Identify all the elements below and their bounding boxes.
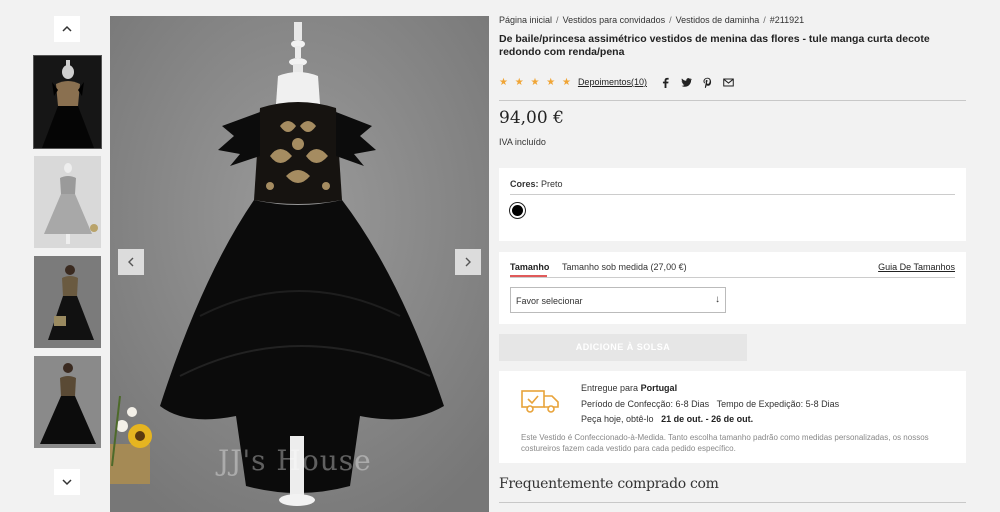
product-title: De baile/princesa assimétrico vestidos d… [499, 33, 930, 58]
shipping-details: Entregue para Portugal Período de Confec… [581, 381, 839, 428]
processing-times: Período de Confecção: 6-8 Dias Tempo de … [581, 397, 839, 413]
thumbnail-1[interactable] [33, 55, 102, 149]
shipping-info-panel: Entregue para Portugal Período de Confec… [499, 371, 966, 463]
chevron-left-icon [128, 257, 134, 267]
color-selector-panel: Cores: Preto [499, 168, 966, 241]
thumbnail-3[interactable] [34, 256, 101, 348]
thumbnail-column [0, 0, 110, 512]
rating-row: ★ ★ ★ ★ ★ Depoimentos(10) [499, 75, 735, 89]
breadcrumb-product-id: #211921 [769, 15, 805, 25]
breadcrumb-flower-girl-dresses[interactable]: Vestidos de daminha [676, 15, 760, 25]
add-to-bag-button[interactable]: ADICIONE À SOLSA [499, 334, 747, 361]
thumbnail-4[interactable] [34, 356, 101, 448]
color-swatch-black[interactable] [509, 202, 526, 219]
size-selector-panel: Tamanho Tamanho sob medida (27,00 €) Gui… [499, 252, 966, 324]
reviews-link[interactable]: Depoimentos(10) [578, 77, 647, 87]
order-prefix: Peça hoje, obtê-lo [581, 414, 654, 424]
chevron-right-icon [465, 257, 471, 267]
frequently-bought-heading: Frequentemente comprado com [499, 476, 719, 492]
delivery-truck-icon [521, 390, 559, 413]
dress-thumbnail-image [34, 356, 101, 448]
product-price: 94,00 € [499, 108, 564, 128]
vat-note: IVA incluído [499, 137, 546, 147]
rating-stars: ★ ★ ★ ★ ★ [499, 76, 573, 88]
breadcrumb-guest-dresses[interactable]: Vestidos para convidados [563, 15, 666, 25]
selected-color-name: Preto [541, 179, 563, 189]
dress-thumbnail-image [34, 156, 101, 248]
thumbnail-2[interactable] [34, 156, 101, 248]
product-info: Página inicial / Vestidos para convidados /… [499, 0, 966, 512]
dress-photo [110, 16, 489, 512]
estimated-delivery: Peça hoje, obtê-lo 21 de out. - 26 de ou… [581, 412, 839, 428]
breadcrumb: Página inicial / Vestidos para convidados /… [499, 15, 804, 25]
divider [499, 502, 966, 503]
facebook-icon[interactable] [660, 76, 672, 88]
delivery-country: Portugal [640, 383, 678, 393]
divider [510, 277, 955, 278]
delivery-destination: Entregue para Portugal [581, 381, 839, 397]
size-dropdown[interactable]: Favor selecionar ↓ [510, 287, 726, 313]
breadcrumb-home[interactable]: Página inicial [499, 15, 552, 25]
breadcrumb-separator: / [556, 15, 559, 25]
made-to-order-note: Este Vestido é Confeccionado-à-Medida. T… [521, 433, 929, 453]
size-dropdown-value: Favor selecionar [516, 296, 583, 306]
delivery-dates: 21 de out. - 26 de out. [661, 414, 754, 424]
twitter-icon[interactable] [681, 76, 693, 88]
delivery-prefix: Entregue para [581, 383, 639, 393]
size-guide-link[interactable]: Guia De Tamanhos [878, 262, 955, 272]
dress-thumbnail-image [34, 56, 101, 148]
next-image-button[interactable] [455, 249, 481, 275]
email-icon[interactable] [723, 76, 735, 88]
dress-thumbnail-image [34, 256, 101, 348]
pinterest-icon[interactable] [702, 76, 714, 88]
making-period: Período de Confecção: 6-8 Dias [581, 398, 710, 409]
thumbnail-scroll-down-button[interactable] [54, 469, 80, 495]
breadcrumb-separator: / [763, 15, 766, 25]
thumbnail-scroll-up-button[interactable] [54, 16, 80, 42]
shipping-time: Tempo de Expedição: 5-8 Dias [716, 398, 840, 409]
main-product-image: JJ's House [110, 16, 489, 512]
divider [510, 194, 955, 195]
share-buttons [660, 76, 735, 88]
chevron-up-icon [62, 25, 72, 32]
color-label-title: Cores: [510, 179, 539, 189]
chevron-down-icon [62, 479, 72, 486]
breadcrumb-separator: / [669, 15, 672, 25]
tab-standard-size[interactable]: Tamanho [510, 262, 549, 277]
color-label: Cores: Preto [510, 179, 563, 189]
divider [499, 100, 966, 101]
tab-custom-size[interactable]: Tamanho sob medida (27,00 €) [562, 262, 687, 272]
previous-image-button[interactable] [118, 249, 144, 275]
image-watermark: JJ's House [218, 444, 372, 477]
arrow-down-icon: ↓ [715, 294, 720, 305]
